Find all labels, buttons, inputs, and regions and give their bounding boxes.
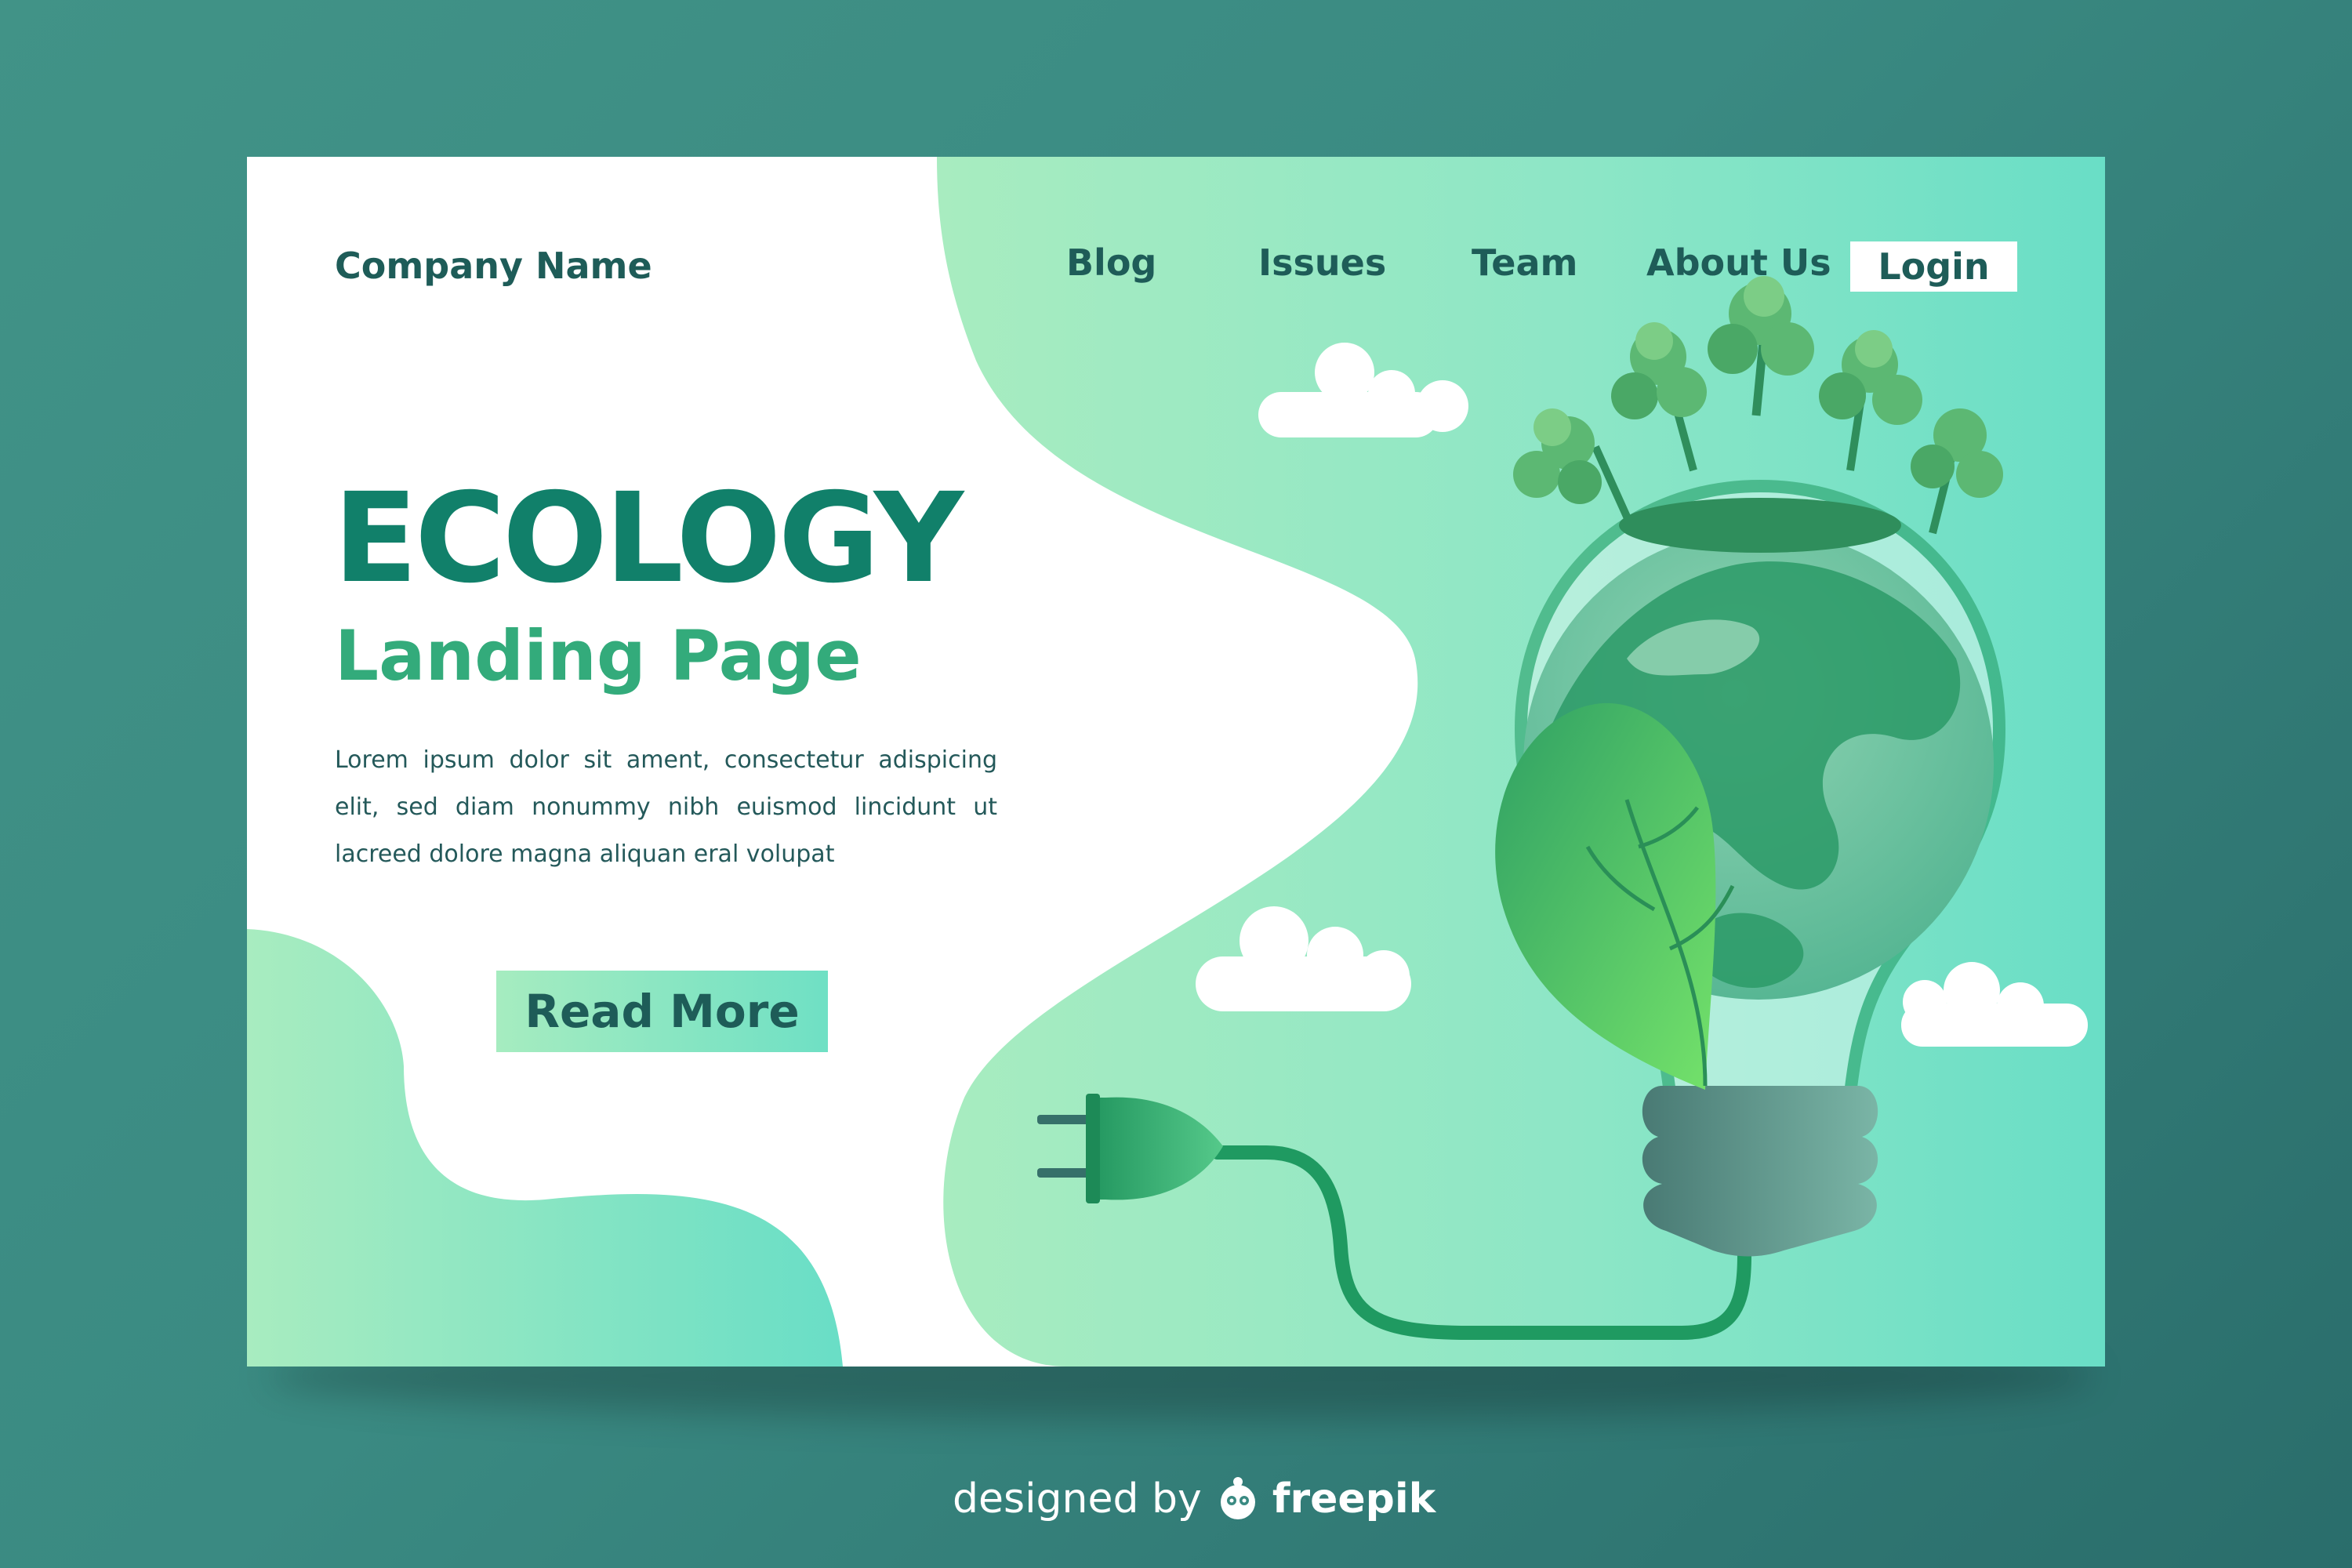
read-more-button[interactable]: Read More [496,971,828,1052]
nav-team[interactable]: Team [1472,241,1577,284]
landing-card: Company Name Blog Issues Team About Us L… [247,157,2105,1367]
nav-issues[interactable]: Issues [1258,241,1386,284]
company-name[interactable]: Company Name [335,245,652,287]
hero-title: ECOLOGY [333,466,964,611]
credit-brand: freepik [1272,1475,1436,1523]
hero-description: Lorem ipsum dolor sit ament, consectetur… [335,746,997,868]
bulb-base [1642,1086,1878,1257]
nav-about-us[interactable]: About Us [1646,241,1831,284]
hero-subtitle: Landing Page [335,615,862,696]
nav-blog[interactable]: Blog [1066,241,1156,284]
credit-prefix: designed by [953,1475,1202,1523]
login-button[interactable]: Login [1850,241,2017,292]
freepik-logo-icon [1220,1477,1255,1519]
credit-line[interactable]: designed by freepik [953,1474,1436,1524]
